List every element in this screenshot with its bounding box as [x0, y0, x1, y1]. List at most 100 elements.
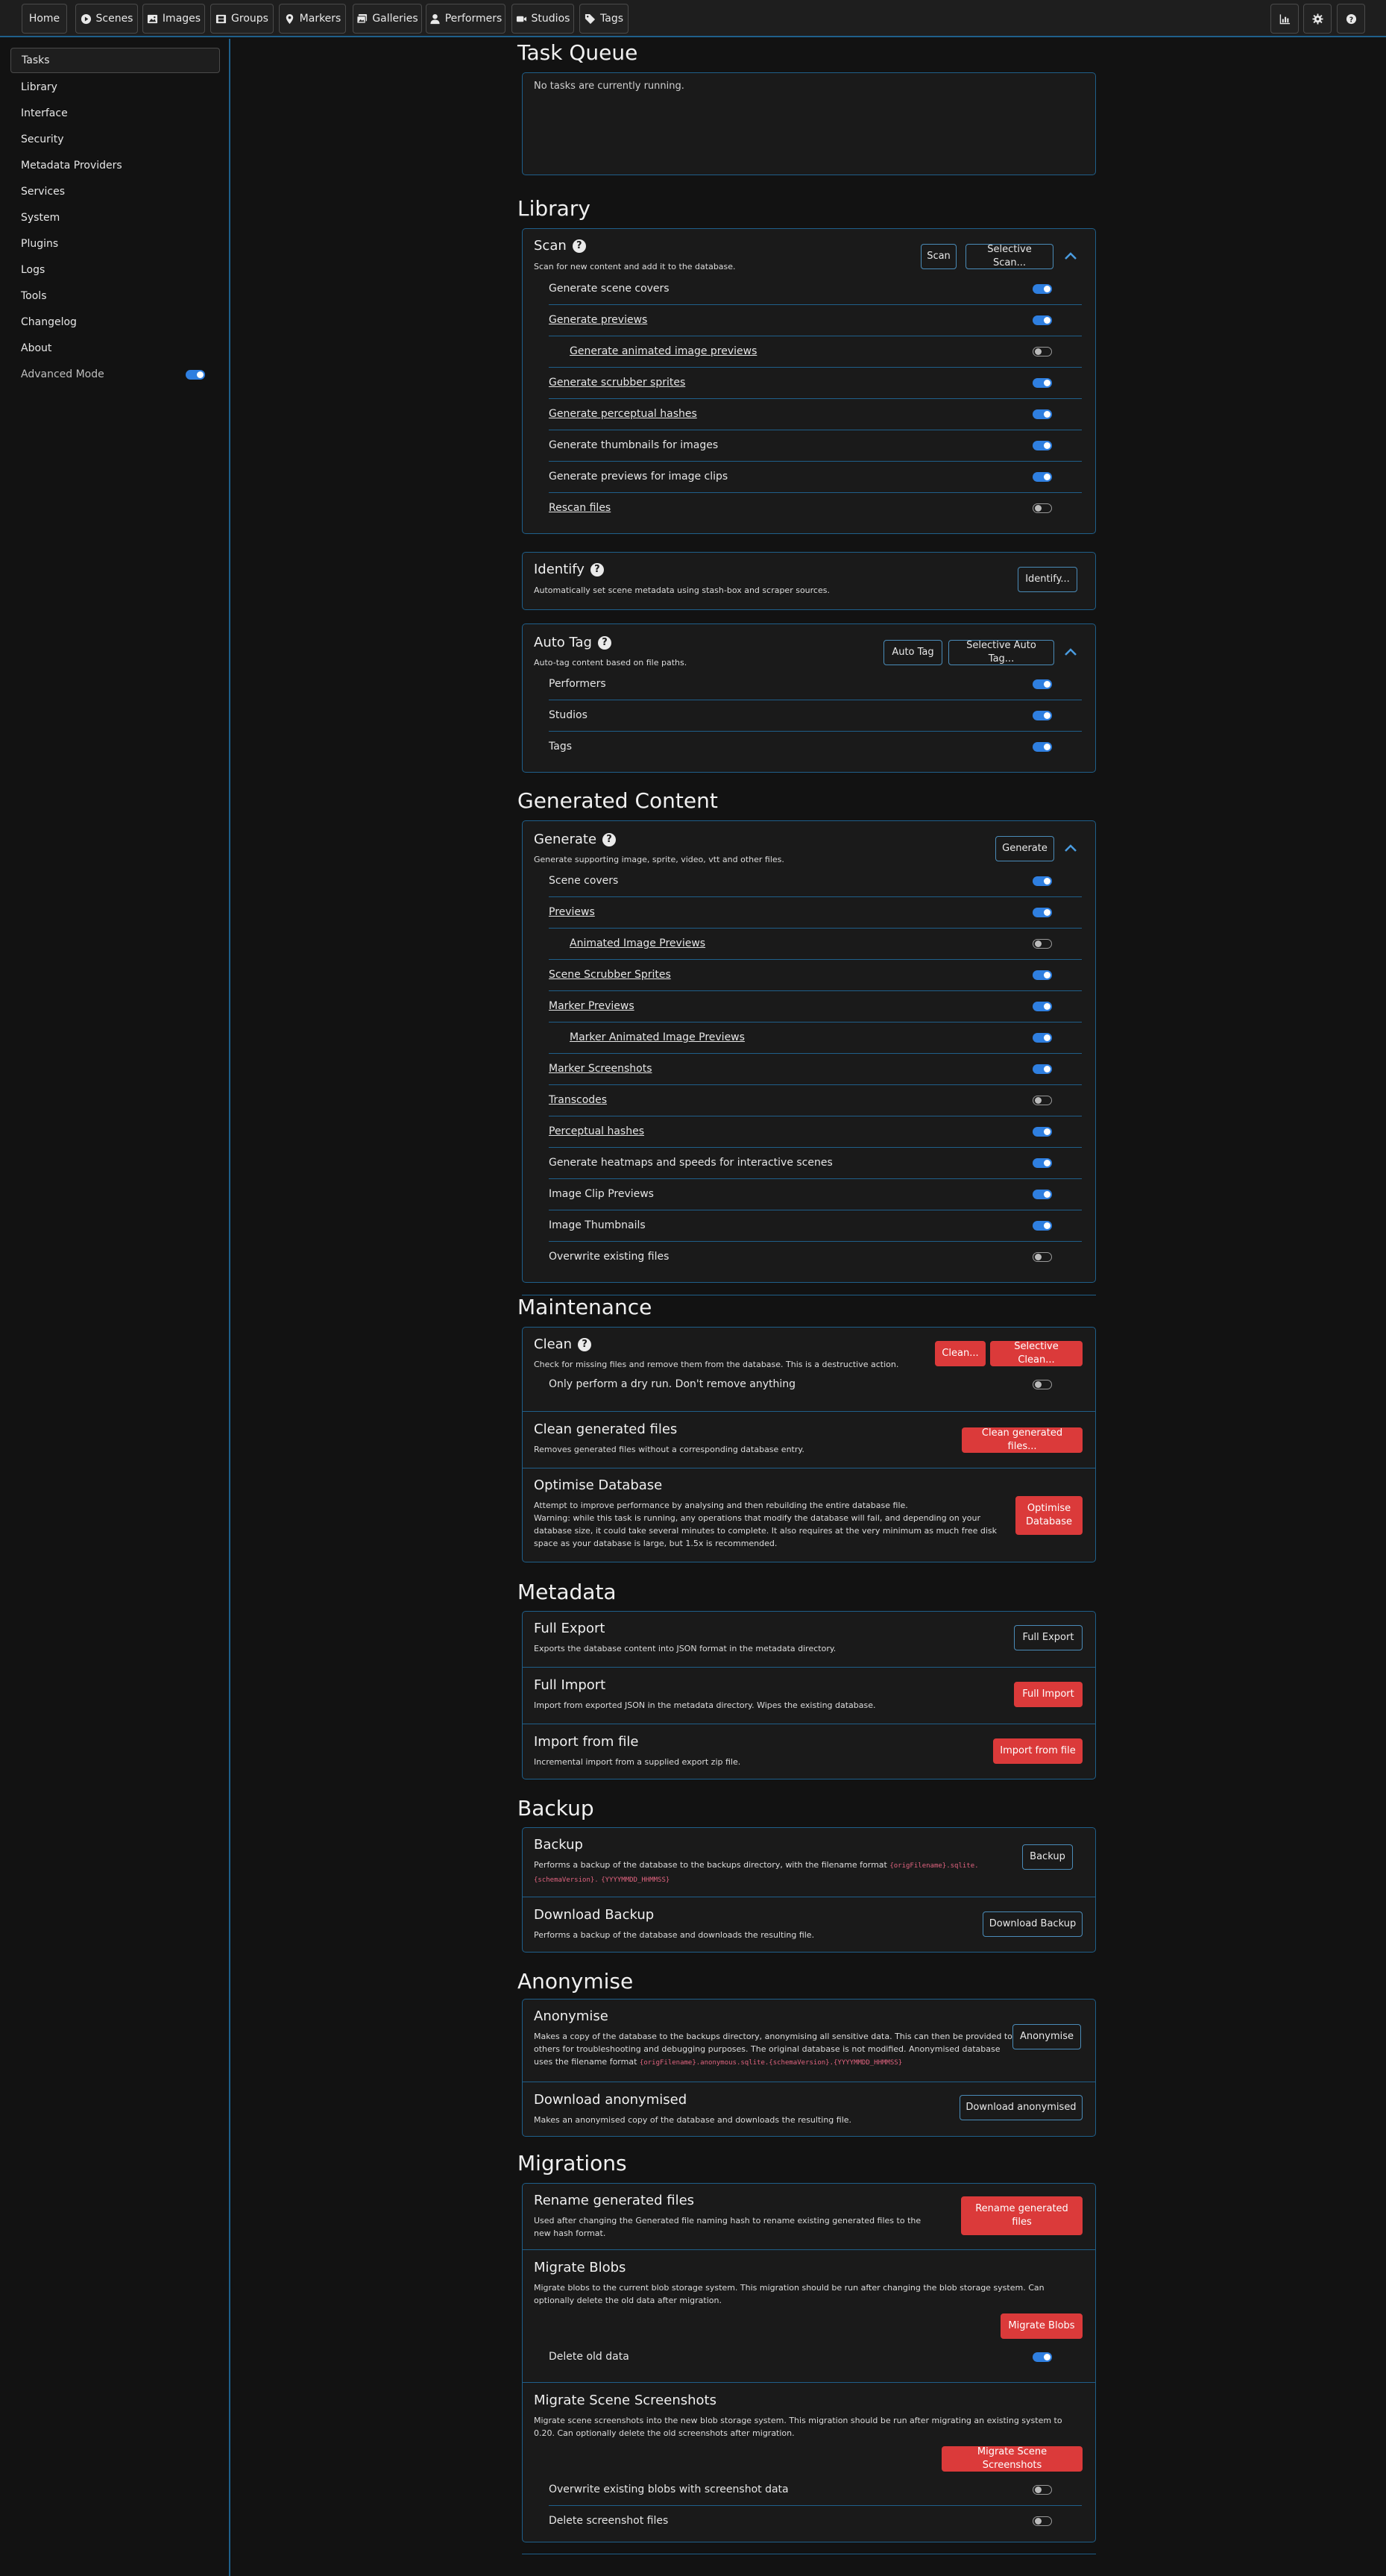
scan-desc: Scan for new content and add it to the d… [534, 262, 736, 271]
advanced-mode-toggle[interactable] [186, 370, 205, 380]
help-button[interactable]: ? [1337, 4, 1365, 34]
nav-markers-button[interactable]: Markers [279, 4, 346, 34]
settings-button[interactable] [1303, 4, 1332, 34]
nav-galleries-label: Galleries [372, 13, 418, 25]
overwrite-blobs-toggle[interactable] [1033, 2485, 1052, 2495]
rename-generated-files-button[interactable]: Rename generated files [961, 2196, 1083, 2235]
sidebar-item-services[interactable]: Services [10, 179, 220, 204]
collapse-chevron-icon[interactable] [1062, 840, 1080, 858]
generate-option-toggle[interactable] [1033, 970, 1052, 980]
sidebar-item-tools[interactable]: Tools [10, 283, 220, 309]
scan-option-toggle[interactable] [1033, 441, 1052, 450]
anonymise-title: Anonymise [534, 2008, 608, 2024]
sidebar-item-logs[interactable]: Logs [10, 257, 220, 283]
generate-option-toggle[interactable] [1033, 1252, 1052, 1262]
scan-option-toggle[interactable] [1033, 315, 1052, 325]
scan-option-toggle[interactable] [1033, 347, 1052, 356]
optimise-database-button[interactable]: Optimise Database [1015, 1496, 1083, 1535]
delete-old-data-toggle[interactable] [1033, 2352, 1052, 2362]
scan-card: Scan? Scan for new content and add it to… [522, 228, 1096, 534]
sidebar-item-about[interactable]: About [10, 336, 220, 361]
nav-tags-button[interactable]: Tags [579, 4, 629, 34]
sidebar-item-metadata-providers[interactable]: Metadata Providers [10, 153, 220, 178]
dry-run-toggle[interactable] [1033, 1380, 1052, 1389]
overwrite-blobs-label: Overwrite existing blobs with screenshot… [549, 2484, 789, 2495]
backup-button[interactable]: Backup [1022, 1844, 1073, 1870]
clean-button[interactable]: Clean... [935, 1341, 986, 1366]
auto-tag-button[interactable]: Auto Tag [883, 640, 942, 665]
delete-screenshot-files-toggle[interactable] [1033, 2516, 1052, 2526]
collapse-chevron-icon[interactable] [1062, 248, 1080, 266]
auto-tag-option-toggle[interactable] [1033, 679, 1052, 689]
identify-button[interactable]: Identify... [1018, 567, 1077, 592]
generate-option-toggle[interactable] [1033, 908, 1052, 917]
scan-option-row: Generate previews [549, 305, 1082, 336]
dry-run-label: Only perform a dry run. Don't remove any… [549, 1378, 796, 1390]
generate-option-toggle[interactable] [1033, 1127, 1052, 1137]
clean-generated-button[interactable]: Clean generated files... [962, 1427, 1083, 1453]
nav-studios-button[interactable]: Studios [511, 4, 574, 34]
sidebar-item-plugins[interactable]: Plugins [10, 231, 220, 257]
nav-galleries-button[interactable]: Galleries [353, 4, 422, 34]
generate-option-toggle[interactable] [1033, 1033, 1052, 1043]
help-icon[interactable]: ? [598, 635, 611, 650]
scan-option-toggle[interactable] [1033, 378, 1052, 388]
scan-option-toggle[interactable] [1033, 409, 1052, 419]
nav-performers-button[interactable]: Performers [426, 4, 505, 34]
backup-card: Backup Performs a backup of the database… [522, 1827, 1096, 1953]
generate-button[interactable]: Generate [995, 836, 1054, 861]
stats-button[interactable] [1270, 4, 1299, 34]
scan-option-toggle[interactable] [1033, 284, 1052, 294]
scan-button[interactable]: Scan [921, 244, 957, 269]
clean-generated-title: Clean generated files [534, 1421, 678, 1437]
migrate-blobs-button[interactable]: Migrate Blobs [1001, 2313, 1083, 2339]
generate-option-toggle[interactable] [1033, 1002, 1052, 1011]
full-export-button[interactable]: Full Export [1014, 1625, 1083, 1650]
nav-images-button[interactable]: Images [142, 4, 205, 34]
sidebar-item-interface[interactable]: Interface [10, 101, 220, 126]
sidebar-item-library[interactable]: Library [10, 75, 220, 100]
generate-option-label: Scene covers [549, 875, 619, 887]
migrate-scene-screenshots-button[interactable]: Migrate Scene Screenshots [942, 2446, 1083, 2472]
auto-tag-option-toggle[interactable] [1033, 711, 1052, 720]
selective-scan-button[interactable]: Selective Scan... [966, 244, 1053, 269]
generate-option-label: Previews [549, 906, 595, 918]
generate-option-toggle[interactable] [1033, 1190, 1052, 1199]
backup-filename-timestamp-code: {YYYYMMDD_HHMMSS} [601, 1876, 670, 1884]
import-from-file-button[interactable]: Import from file [993, 1738, 1083, 1764]
nav-scenes-button[interactable]: Scenes [75, 4, 138, 34]
selective-clean-button[interactable]: Selective Clean... [990, 1341, 1083, 1366]
scan-option-toggle[interactable] [1033, 503, 1052, 513]
anonymise-button[interactable]: Anonymise [1012, 2024, 1081, 2049]
full-import-button[interactable]: Full Import [1014, 1682, 1083, 1707]
nav-groups-button[interactable]: Groups [210, 4, 274, 34]
download-backup-button[interactable]: Download Backup [983, 1911, 1083, 1937]
scan-title: Scan? [534, 238, 586, 254]
task-queue-heading: Task Queue [517, 40, 638, 65]
auto-tag-title-text: Auto Tag [534, 635, 592, 650]
generate-option-toggle[interactable] [1033, 1096, 1052, 1105]
sidebar-item-security[interactable]: Security [10, 127, 220, 152]
help-icon[interactable]: ? [572, 239, 586, 253]
generate-option-label: Scene Scrubber Sprites [549, 969, 671, 981]
nav-home-button[interactable]: Home [22, 4, 67, 34]
play-circle-icon [81, 13, 91, 24]
scan-option-toggle[interactable] [1033, 472, 1052, 482]
selective-auto-tag-button[interactable]: Selective Auto Tag... [948, 640, 1054, 665]
generate-option-toggle[interactable] [1033, 1064, 1052, 1074]
help-icon[interactable]: ? [578, 1337, 592, 1351]
auto-tag-option-toggle[interactable] [1033, 742, 1052, 752]
generate-option-toggle[interactable] [1033, 939, 1052, 949]
generate-option-row: Overwrite existing files [549, 1242, 1082, 1273]
generate-option-toggle[interactable] [1033, 1221, 1052, 1231]
generate-option-toggle[interactable] [1033, 876, 1052, 886]
sidebar-item-tasks[interactable]: Tasks [10, 48, 220, 73]
maintenance-heading: Maintenance [517, 1295, 652, 1319]
download-anonymised-button[interactable]: Download anonymised [960, 2095, 1083, 2120]
help-icon[interactable]: ? [590, 562, 604, 577]
sidebar-item-system[interactable]: System [10, 205, 220, 230]
generate-option-toggle[interactable] [1033, 1158, 1052, 1168]
collapse-chevron-icon[interactable] [1062, 644, 1080, 662]
help-icon[interactable]: ? [602, 832, 617, 846]
sidebar-item-changelog[interactable]: Changelog [10, 310, 220, 335]
